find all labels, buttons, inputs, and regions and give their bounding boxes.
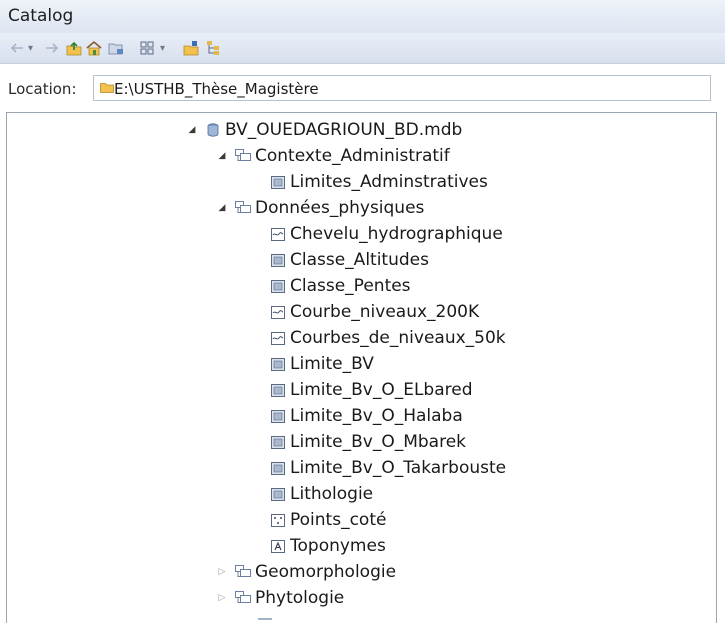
- views-dropdown[interactable]: ▾: [160, 38, 165, 58]
- up-one-level-button[interactable]: [66, 38, 82, 58]
- tree-node-label: Phytologie: [255, 588, 345, 608]
- polygon-feature-class-icon: [270, 434, 286, 450]
- tree-node-dataset[interactable]: ◢ Données_physiques: [215, 195, 425, 221]
- home-button[interactable]: [86, 38, 102, 58]
- tree-node-feature-class[interactable]: Points_coté: [270, 507, 386, 533]
- catalog-titlebar: Catalog: [0, 0, 725, 33]
- expand-arrow-icon[interactable]: ▷: [215, 591, 229, 605]
- tree-node-dataset[interactable]: ▷ Geomorphologie: [215, 559, 397, 585]
- tree-node-label: Courbes_de_niveaux_50k: [290, 328, 506, 348]
- annotation-feature-class-icon: [270, 538, 286, 554]
- folder-icon: [100, 83, 114, 93]
- tree-node-feature-class[interactable]: Limite_Bv_O_Halaba: [270, 403, 463, 429]
- tree-node-label: Limite_Bv_O_ELbared: [290, 380, 473, 400]
- tree-node-label: Classe_Pentes: [290, 276, 411, 296]
- location-bar: Location: E:\USTHB_Thèse_Magistère: [0, 64, 725, 112]
- toggle-contents-button[interactable]: [206, 38, 222, 58]
- tree-node-feature-class[interactable]: Chevelu_hydrographique: [270, 221, 503, 247]
- arrow-left-icon: [10, 43, 23, 53]
- chevron-down-icon: ▾: [28, 42, 34, 54]
- tree-node-label: Geomorphologie: [255, 562, 397, 582]
- line-feature-class-icon: [270, 304, 286, 320]
- tree-node-label: Classe_Altitudes: [290, 250, 429, 270]
- connect-folder-button[interactable]: [108, 38, 124, 58]
- tree-node-feature-class[interactable]: Limite_Bv_O_Mbarek: [270, 429, 466, 455]
- tree-node-feature-class[interactable]: Limite_BV: [270, 351, 374, 377]
- connect-folder-icon: [108, 43, 123, 55]
- expand-arrow-icon[interactable]: ▷: [215, 565, 229, 579]
- launch-arccatalog-button[interactable]: [183, 38, 199, 58]
- polygon-feature-class-icon: [270, 278, 286, 294]
- polygon-feature-class-icon: [270, 174, 286, 190]
- location-label: Location:: [8, 80, 77, 98]
- grid-view-icon: [140, 41, 154, 55]
- polygon-feature-class-icon: [270, 356, 286, 372]
- window-title: Catalog: [8, 6, 74, 26]
- feature-dataset-icon: [235, 148, 251, 164]
- tree-node-feature-class[interactable]: Limite_Bv_O_ELbared: [270, 377, 473, 403]
- back-button[interactable]: [10, 38, 24, 58]
- tree-node-label: Limite_Bv_O_Halaba: [290, 406, 463, 426]
- tree-node-root[interactable]: ◢ BV_OUEDAGRIOUN_BD.mdb: [185, 117, 463, 143]
- catalog-toolbar: ▾ ▾: [0, 33, 725, 64]
- tree-node-label: Limites_Adminstratives: [290, 172, 488, 192]
- tree-node-label: Toponymes: [290, 536, 386, 556]
- feature-dataset-icon: [235, 590, 251, 606]
- tree-node-feature-class[interactable]: Classe_Pentes: [270, 273, 411, 299]
- tree-icon: [207, 41, 219, 55]
- collapse-arrow-icon[interactable]: ◢: [215, 149, 229, 163]
- forward-button[interactable]: [45, 38, 59, 58]
- tree-node-dataset[interactable]: ◢ Contexte_Administratif: [215, 143, 450, 169]
- tree-node-label: Limite_Bv_O_Takarbouste: [290, 458, 507, 478]
- tree-node-feature-class[interactable]: Limites_Adminstratives: [270, 169, 488, 195]
- tree-node-label: Lithologie: [290, 484, 374, 504]
- line-feature-class-icon: [270, 330, 286, 346]
- tree-node-label: BV_OUEDAGRIOUN_BD.mdb: [225, 120, 463, 140]
- tree-node-label: Points_coté: [290, 510, 387, 530]
- polygon-feature-class-icon: [270, 408, 286, 424]
- database-icon: [205, 122, 221, 138]
- chevron-down-icon: ▾: [160, 42, 166, 54]
- catalog-tree: ◢ BV_OUEDAGRIOUN_BD.mdb ◢ Contexte_Admin…: [6, 112, 717, 623]
- catalog-icon: [183, 41, 199, 56]
- back-dropdown[interactable]: ▾: [28, 38, 33, 58]
- polygon-feature-class-icon: [270, 486, 286, 502]
- location-input[interactable]: E:\USTHB_Thèse_Magistère: [93, 75, 711, 101]
- tree-node-feature-class[interactable]: Toponymes: [270, 533, 386, 559]
- tree-node-label: Courbe_niveaux_200K: [290, 302, 480, 322]
- collapse-arrow-icon[interactable]: ◢: [185, 123, 199, 137]
- polygon-feature-class-icon: [270, 382, 286, 398]
- location-value: E:\USTHB_Thèse_Magistère: [114, 80, 319, 98]
- feature-dataset-icon: [235, 564, 251, 580]
- tree-node-label: Données_physiques: [255, 198, 425, 218]
- views-button[interactable]: [140, 38, 154, 58]
- partial-next-row: [258, 618, 272, 620]
- polygon-feature-class-icon: [270, 460, 286, 476]
- tree-node-dataset[interactable]: ▷ Phytologie: [215, 585, 345, 611]
- tree-node-feature-class[interactable]: Courbes_de_niveaux_50k: [270, 325, 506, 351]
- collapse-arrow-icon[interactable]: ◢: [215, 201, 229, 215]
- tree-node-label: Limite_Bv_O_Mbarek: [290, 432, 467, 452]
- tree-node-label: Contexte_Administratif: [255, 146, 450, 166]
- tree-node-feature-class[interactable]: Classe_Altitudes: [270, 247, 429, 273]
- tree-node-feature-class[interactable]: Courbe_niveaux_200K: [270, 299, 479, 325]
- feature-dataset-icon: [235, 200, 251, 216]
- point-feature-class-icon: [270, 512, 286, 528]
- arrow-right-icon: [46, 43, 59, 53]
- tree-node-label: Limite_BV: [290, 354, 374, 374]
- tree-node-feature-class[interactable]: Limite_Bv_O_Takarbouste: [270, 455, 506, 481]
- folder-up-icon: [66, 41, 82, 56]
- tree-node-feature-class[interactable]: Lithologie: [270, 481, 373, 507]
- polygon-feature-class-icon: [270, 252, 286, 268]
- home-icon: [86, 40, 102, 56]
- line-feature-class-icon: [270, 226, 286, 242]
- tree-node-label: Chevelu_hydrographique: [290, 224, 503, 244]
